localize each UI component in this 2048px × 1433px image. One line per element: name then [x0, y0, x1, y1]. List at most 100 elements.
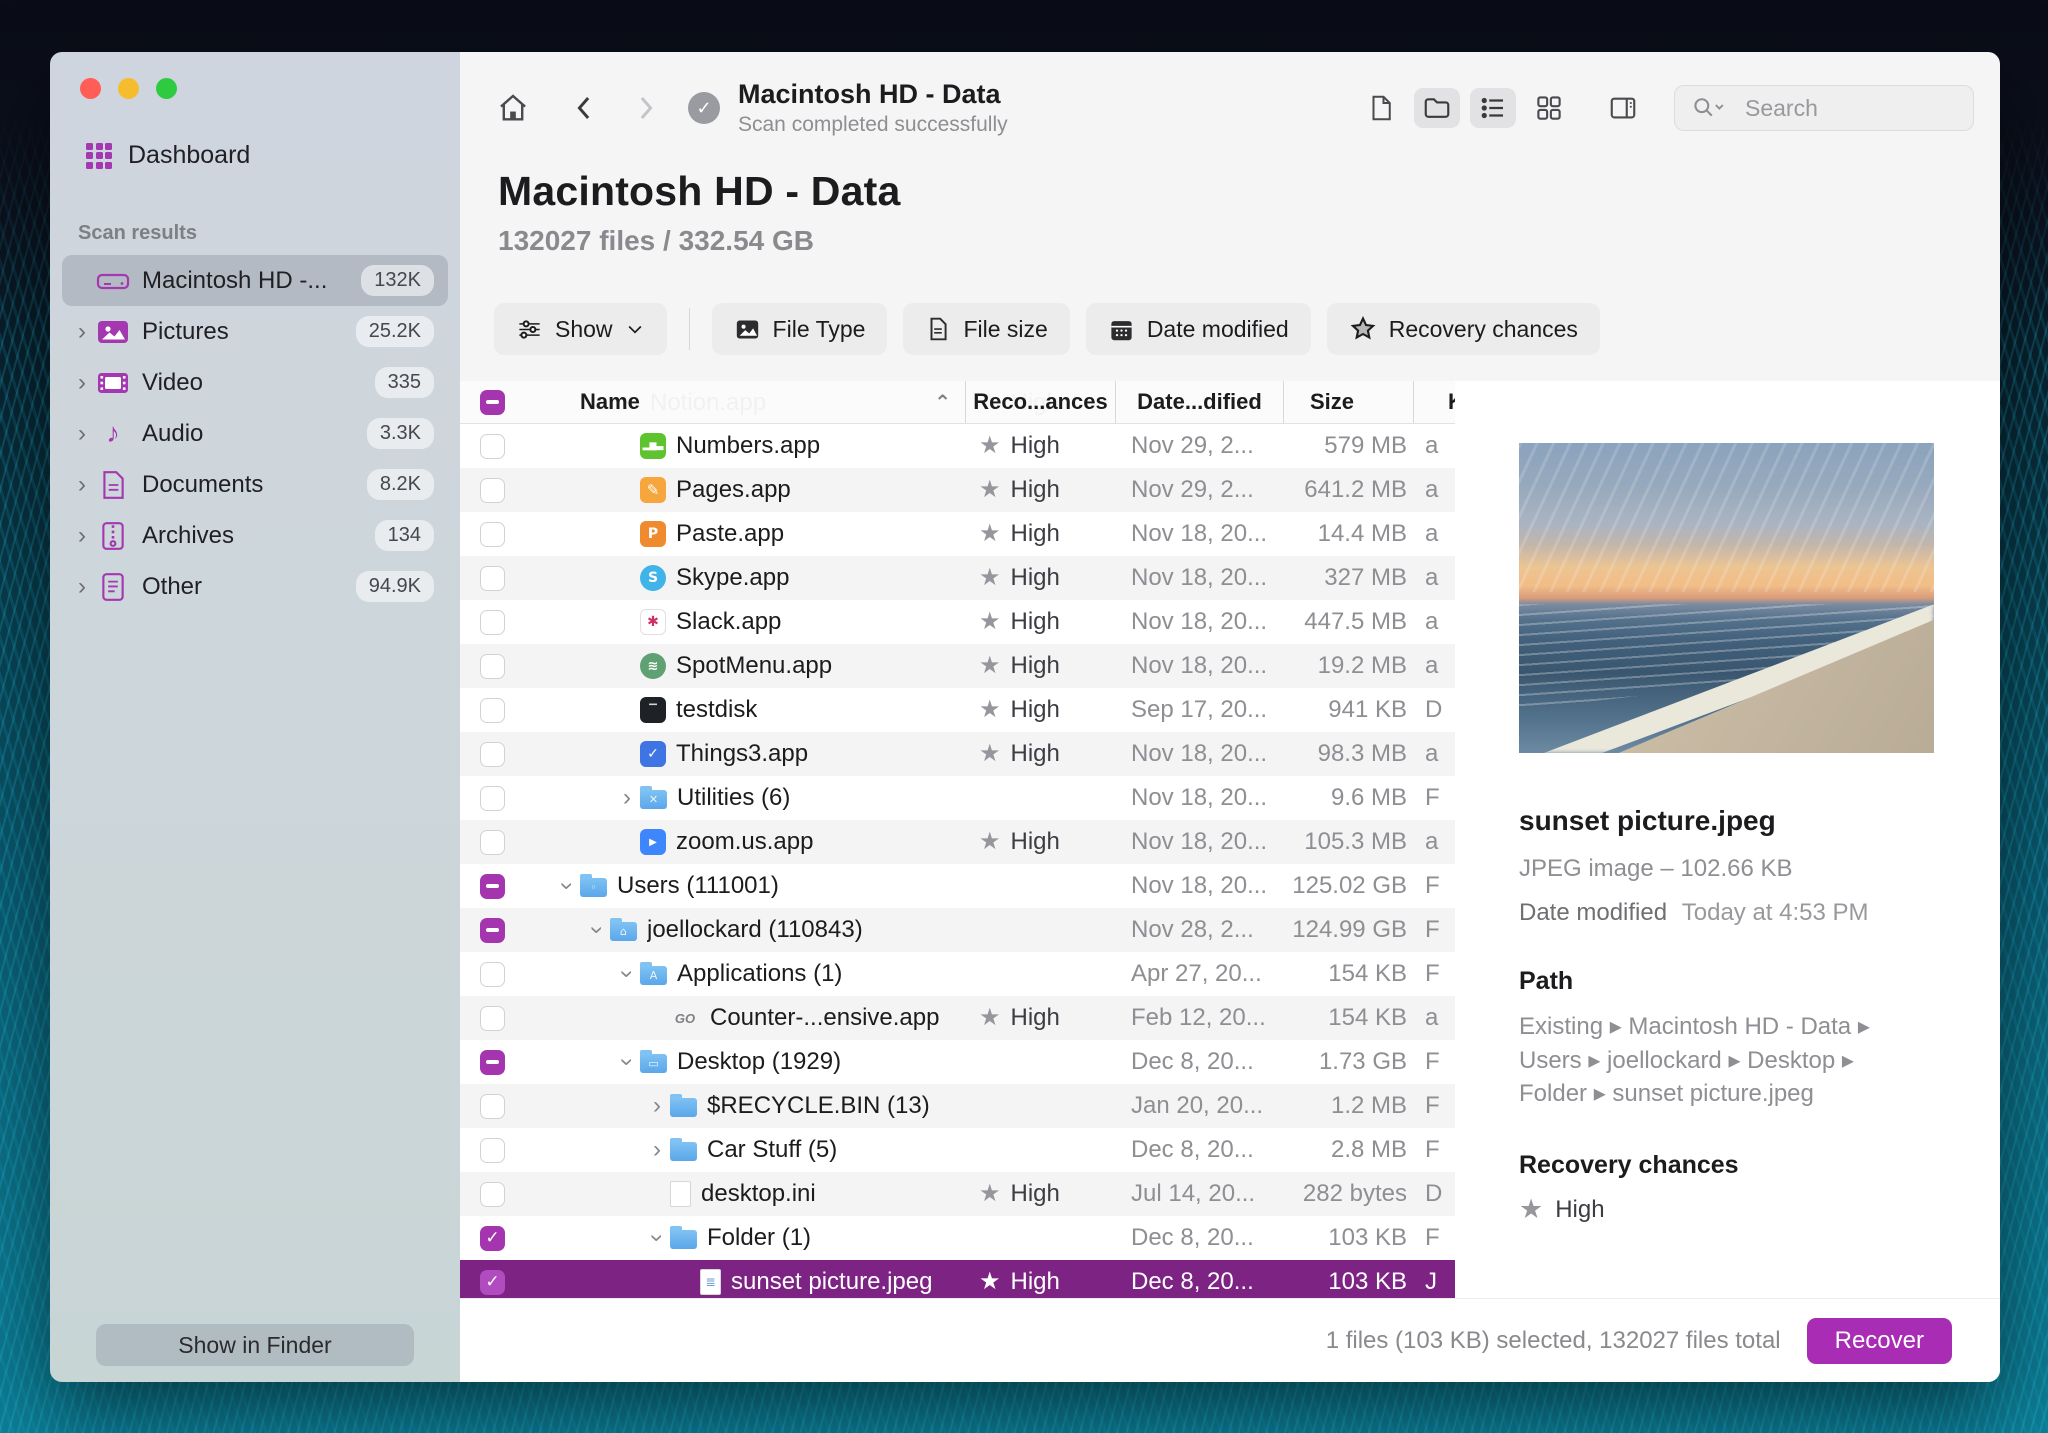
table-row[interactable]: › ✕ Utilities (6) Nov 18, 20... 9.6 MB F	[460, 776, 1455, 820]
row-checkbox[interactable]	[480, 785, 505, 811]
view-controls	[1358, 88, 1646, 128]
table-row[interactable]: ≋ SpotMenu.app ★ High Nov 18, 20... 19.2 MB a	[460, 644, 1455, 688]
column-header-kind[interactable]: K	[1413, 381, 1455, 423]
chevron-right-icon[interactable]: ›	[70, 574, 94, 599]
preview-path: Existing ▸ Macintosh HD - Data ▸ Users ▸…	[1519, 1013, 1870, 1108]
chevron-right-icon[interactable]: ›	[70, 472, 94, 497]
table-row[interactable]: desktop.ini ★ High Jul 14, 20... 282 bytes D	[460, 1172, 1455, 1216]
date-modified-value: Dec 8, 20...	[1131, 1268, 1254, 1295]
row-checkbox[interactable]	[480, 1137, 505, 1163]
sidebar-item-audio[interactable]: › ♪ Audio 3.3K	[62, 408, 448, 459]
row-checkbox[interactable]	[480, 433, 505, 459]
date-modified-filter-button[interactable]: Date modified	[1085, 303, 1311, 355]
table-row[interactable]: P Paste.app ★ High Nov 18, 20... 14.4 MB a	[460, 512, 1455, 556]
video-icon	[94, 370, 132, 396]
table-row[interactable]: › ◦ Users (111001) Nov 18, 20... 125.02 GB F	[460, 864, 1455, 908]
show-in-finder-button[interactable]: Show in Finder	[96, 1324, 414, 1366]
row-checkbox[interactable]: ✓	[480, 1225, 505, 1251]
file-kind-value: a	[1425, 608, 1439, 635]
chevron-right-icon[interactable]: ›	[70, 319, 94, 344]
table-row[interactable]: ✓ Things3.app ★ High Nov 18, 20... 98.3 MB a	[460, 732, 1455, 776]
column-header-name[interactable]: Name ⌃	[524, 389, 965, 415]
row-checkbox[interactable]	[480, 961, 505, 987]
column-header-size[interactable]: Size	[1283, 381, 1413, 423]
list-view-button[interactable]	[1470, 88, 1516, 128]
recovery-chances-filter-button[interactable]: Recovery chances	[1326, 303, 1600, 355]
table-row[interactable]: › A Applications (1) Apr 27, 20... 154 KB F	[460, 952, 1455, 996]
row-checkbox[interactable]: ✓	[480, 1269, 505, 1295]
table-row[interactable]: ✓ › Folder (1) Dec 8, 20... 103 KB F	[460, 1216, 1455, 1260]
row-checkbox[interactable]	[480, 565, 505, 591]
row-checkbox[interactable]	[480, 1181, 505, 1207]
date-modified-value: Nov 18, 20...	[1131, 520, 1268, 547]
grid-view-button[interactable]	[1526, 88, 1572, 128]
testdisk-app-icon: ▔	[640, 697, 666, 723]
sidebar-item-documents[interactable]: › Documents 8.2K	[62, 459, 448, 510]
home-button[interactable]	[490, 88, 536, 128]
panel-view-button[interactable]	[1600, 88, 1646, 128]
row-checkbox[interactable]	[480, 653, 505, 679]
chevron-right-icon[interactable]: ›	[70, 370, 94, 395]
folder-view-button[interactable]	[1414, 88, 1460, 128]
column-header-date[interactable]: Date...dified	[1115, 381, 1283, 423]
row-checkbox[interactable]	[480, 697, 505, 723]
row-checkbox[interactable]	[480, 873, 505, 899]
chevron-down-icon[interactable]: ›	[554, 873, 581, 899]
table-row[interactable]: › Car Stuff (5) Dec 8, 20... 2.8 MB F	[460, 1128, 1455, 1172]
file-view-button[interactable]	[1358, 88, 1404, 128]
table-row[interactable]: ✎ Pages.app ★ High Nov 29, 2... 641.2 MB a	[460, 468, 1455, 512]
sidebar-item-dashboard[interactable]: Dashboard	[86, 141, 460, 170]
sidebar-item-video[interactable]: › Video 335	[62, 357, 448, 408]
minimize-window-button[interactable]	[118, 78, 139, 99]
file-name: SpotMenu.app	[676, 652, 833, 679]
row-checkbox[interactable]	[480, 741, 505, 767]
table-row[interactable]: ▂▆▃ Numbers.app ★ High Nov 29, 2... 579 MB a	[460, 424, 1455, 468]
select-all-checkbox[interactable]	[480, 389, 505, 415]
back-button[interactable]	[562, 88, 608, 128]
chevron-right-icon[interactable]: ›	[614, 786, 640, 810]
file-kind-value: a	[1425, 828, 1439, 855]
sidebar-item-drive[interactable]: Macintosh HD -... 132K	[62, 255, 448, 306]
forward-button[interactable]	[622, 88, 668, 128]
zoom-window-button[interactable]	[156, 78, 177, 99]
close-window-button[interactable]	[80, 78, 101, 99]
file-name: desktop.ini	[701, 1180, 816, 1207]
file-name: Things3.app	[676, 740, 809, 767]
chevron-down-icon[interactable]: ›	[614, 1049, 641, 1075]
table-row[interactable]: › $RECYCLE.BIN (13) Jan 20, 20... 1.2 MB F	[460, 1084, 1455, 1128]
sidebar-item-archives[interactable]: › Archives 134	[62, 510, 448, 561]
file-type-filter-button[interactable]: File Type	[711, 303, 888, 355]
file-size-filter-button[interactable]: File size	[903, 303, 1070, 355]
recover-button[interactable]: Recover	[1806, 1317, 1952, 1364]
chevron-right-icon[interactable]: ›	[70, 421, 94, 446]
table-row[interactable]: GO Counter-...ensive.app ★ High Feb 12, 20..…	[460, 996, 1455, 1040]
chevron-right-icon[interactable]: ›	[644, 1094, 670, 1118]
column-header-recovery[interactable]: Reco...ances	[965, 381, 1115, 423]
row-checkbox[interactable]	[480, 477, 505, 503]
row-checkbox[interactable]	[480, 1049, 505, 1075]
file-size-value: 447.5 MB	[1304, 608, 1407, 635]
row-checkbox[interactable]	[480, 1005, 505, 1031]
show-filter-button[interactable]: Show	[494, 303, 667, 355]
chevron-right-icon[interactable]: ›	[70, 523, 94, 548]
chevron-down-icon[interactable]: ›	[644, 1225, 671, 1251]
row-checkbox[interactable]	[480, 521, 505, 547]
recovery-chance-value: High	[1010, 564, 1060, 591]
row-checkbox[interactable]	[480, 829, 505, 855]
table-row[interactable]: ▔ testdisk ★ High Sep 17, 20... 941 KB D	[460, 688, 1455, 732]
chevron-left-icon	[570, 93, 600, 123]
table-row[interactable]: ▶ zoom.us.app ★ High Nov 18, 20... 105.3 MB a	[460, 820, 1455, 864]
chevron-down-icon[interactable]: ›	[584, 917, 611, 943]
table-row[interactable]: ✱ Slack.app ★ High Nov 18, 20... 447.5 MB a	[460, 600, 1455, 644]
chevron-right-icon[interactable]: ›	[644, 1138, 670, 1162]
row-checkbox[interactable]	[480, 1093, 505, 1119]
sidebar-item-pictures[interactable]: › Pictures 25.2K	[62, 306, 448, 357]
table-row[interactable]: › ⌂ joellockard (110843) Nov 28, 2... 124.99…	[460, 908, 1455, 952]
chevron-down-icon[interactable]: ›	[614, 961, 641, 987]
table-row[interactable]: › ▭ Desktop (1929) Dec 8, 20... 1.73 GB F	[460, 1040, 1455, 1084]
row-checkbox[interactable]	[480, 609, 505, 635]
file-size-value: 105.3 MB	[1304, 828, 1407, 855]
sidebar-item-other[interactable]: › Other 94.9K	[62, 561, 448, 612]
row-checkbox[interactable]	[480, 917, 505, 943]
table-row[interactable]: S Skype.app ★ High Nov 18, 20... 327 MB a	[460, 556, 1455, 600]
